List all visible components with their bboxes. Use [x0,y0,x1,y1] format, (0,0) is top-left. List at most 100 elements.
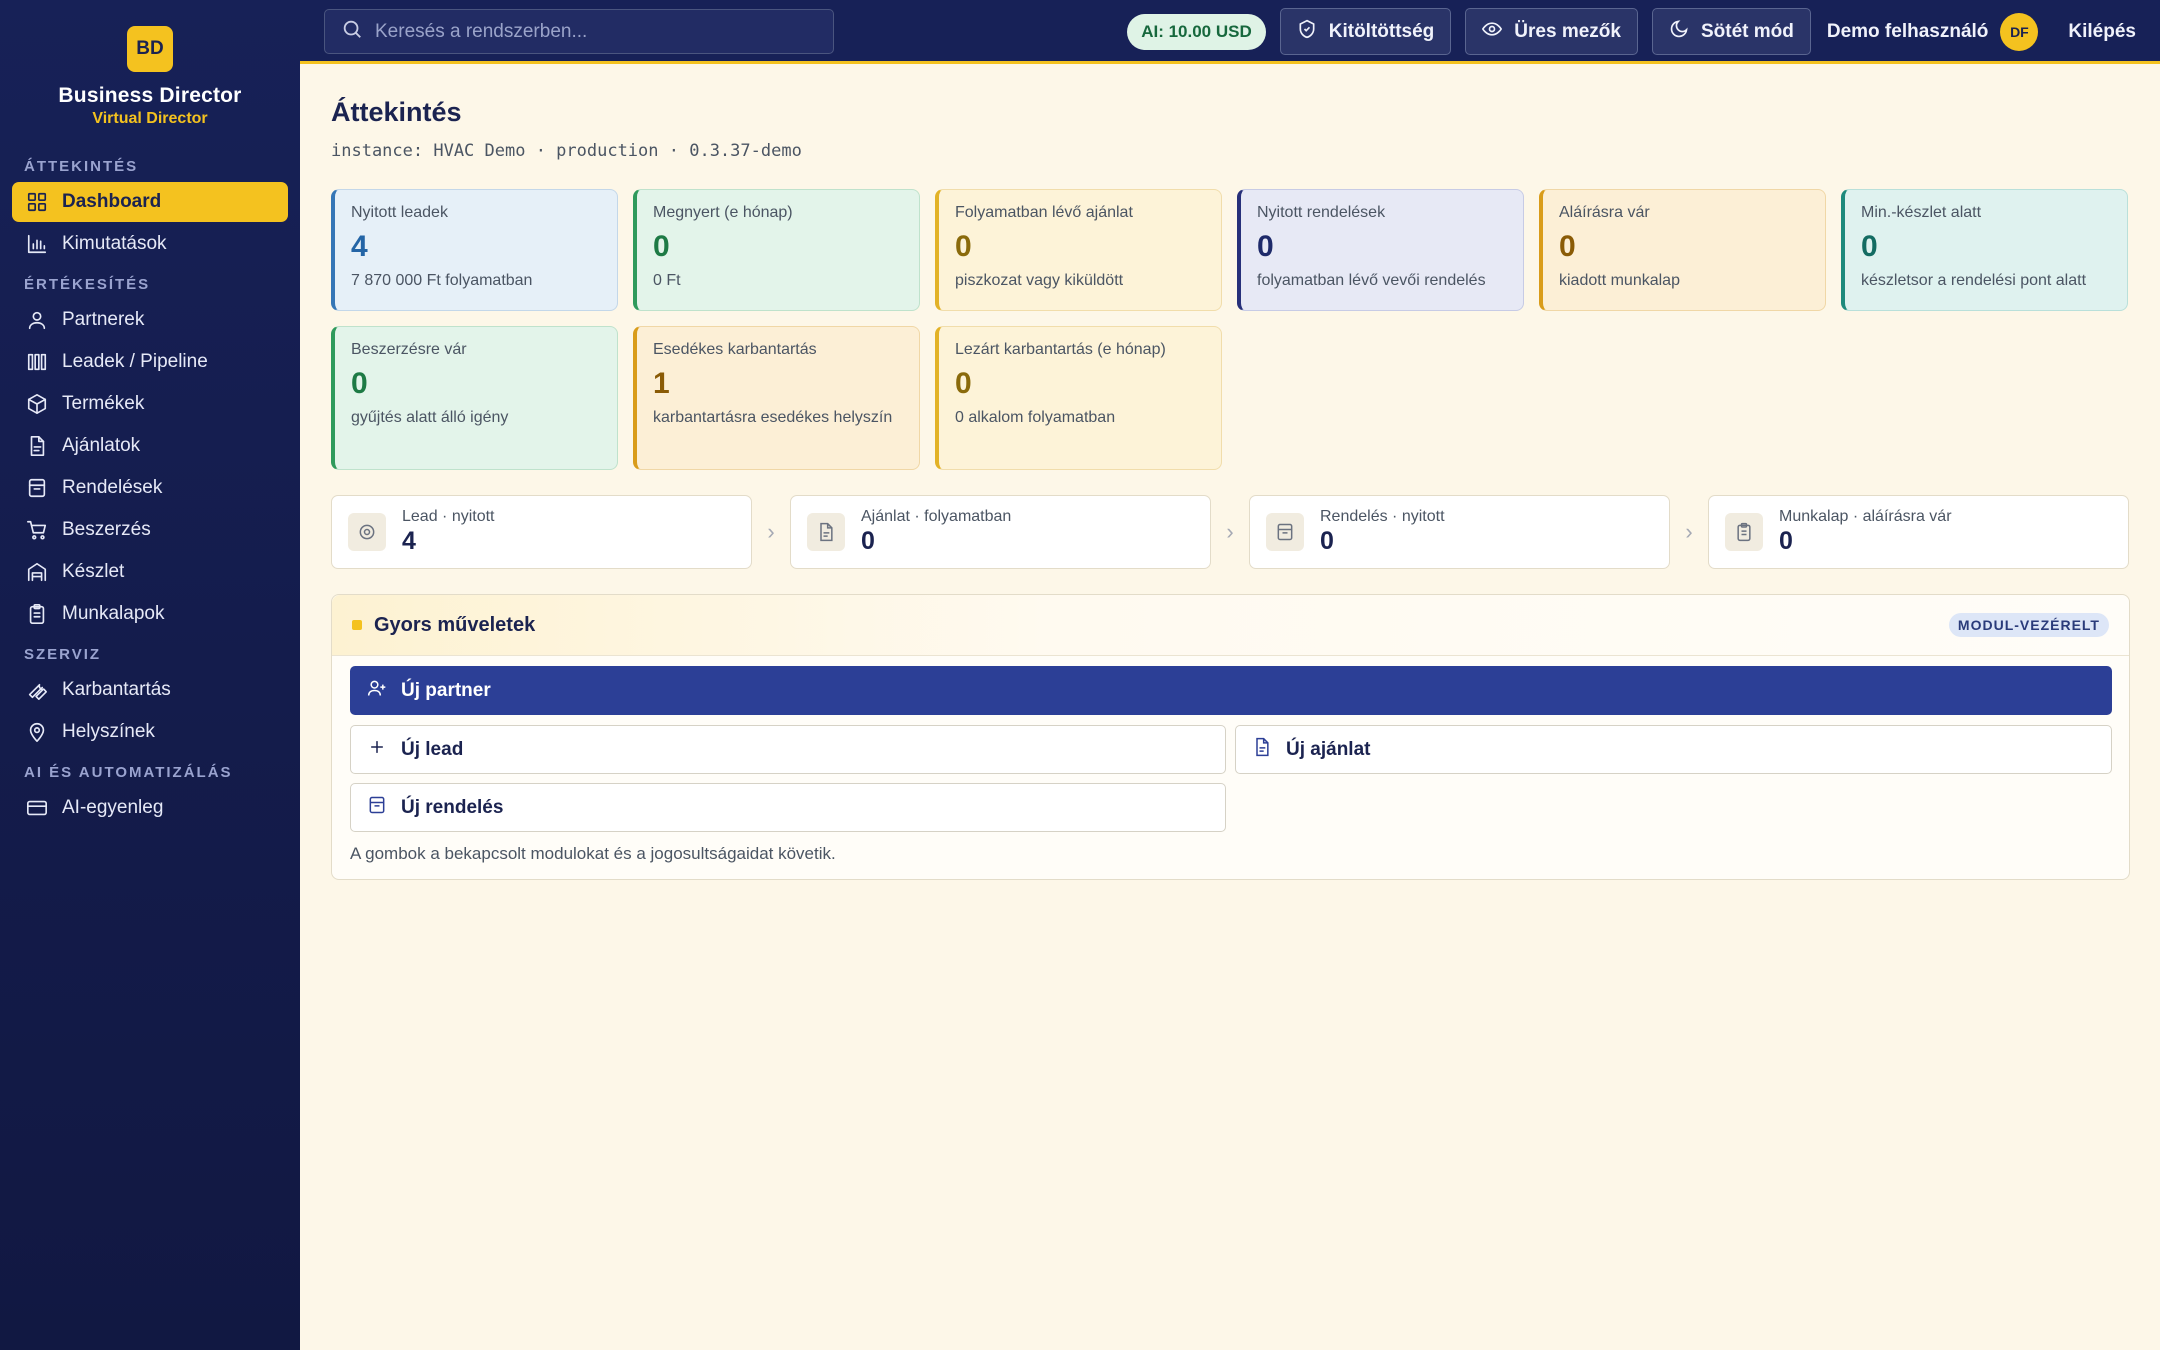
warehouse-icon [24,559,50,585]
kpi-card-won[interactable]: Megnyert (e hónap) 0 0 Ft [633,189,920,311]
search-box[interactable] [324,9,834,54]
page-subtitle: instance: HVAC Demo · production · 0.3.3… [331,141,802,161]
brand-subtitle: Virtual Director [92,110,208,127]
logout-button[interactable]: Kilépés [2068,21,2136,43]
kpi-card-maintenance-closed[interactable]: Lezárt karbantartás (e hónap) 0 0 alkalo… [935,326,1222,470]
new-partner-button[interactable]: Új partner [350,666,2112,715]
kpi-card-offers-in-progress[interactable]: Folyamatban lévő ajánlat 0 piszkozat vag… [935,189,1222,311]
page-title: Áttekintés [331,97,462,127]
topbar: AI: 10.00 USD Kitöltöttség Üres mezők Sö… [300,0,2160,64]
empty-fields-button[interactable]: Üres mezők [1465,8,1638,55]
new-offer-button[interactable]: Új ajánlat [1235,725,2112,774]
new-order-button[interactable]: Új rendelés [350,783,1226,832]
new-offer-label: Új ajánlat [1286,738,1371,760]
kpi-card-awaiting-signature[interactable]: Aláírásra vár 0 kiadott munkalap [1539,189,1826,311]
pipeline-value: 0 [861,527,875,555]
kpi-value: 0 [351,367,368,400]
sidebar-item-partners[interactable]: Partnerek [12,300,288,340]
target-icon [348,513,386,551]
topbar-actions: AI: 10.00 USD Kitöltöttség Üres mezők Sö… [1127,8,2136,55]
kpi-value: 0 [1861,230,1878,263]
sidebar-item-label: Kimutatások [62,233,167,254]
nav-section-title: AI ÉS AUTOMATIZÁLÁS [24,764,233,781]
kpi-value: 0 [653,230,670,263]
sidebar-item-label: Partnerek [62,309,145,330]
sidebar-nav: ÁTTEKINTÉS Dashboard Kimutatások ÉRTÉKES… [0,154,300,828]
kpi-label: Beszerzésre vár [351,341,467,358]
new-lead-button[interactable]: Új lead [350,725,1226,774]
search-input[interactable] [375,20,815,43]
sidebar-item-label: Rendelések [62,477,163,498]
completeness-label: Kitöltöttség [1328,20,1435,42]
nav-section-title: ÉRTÉKESÍTÉS [24,276,151,293]
avatar[interactable]: DF [2000,12,2039,51]
pipeline-strip: Lead · nyitott 4 › Ajánlat · folyamatban… [331,495,2130,569]
sidebar-item-label: Dashboard [62,191,162,212]
sidebar-item-offers[interactable]: Ajánlatok [12,426,288,466]
clipboard-icon [24,601,50,627]
plus-icon [367,737,401,763]
cart-icon [24,517,50,543]
box-icon [24,391,50,417]
kpi-label: Folyamatban lévő ajánlat [955,204,1133,221]
sidebar-item-locations[interactable]: Helyszínek [12,712,288,752]
brand-logo[interactable]: BD [127,26,173,72]
sidebar-item-label: AI-egyenleg [62,797,164,818]
pipeline-label: Ajánlat · folyamatban [861,508,1012,525]
kpi-card-maintenance-due[interactable]: Esedékes karbantartás 1 karbantartásra e… [633,326,920,470]
user-plus-icon [367,678,401,704]
user-icon [24,307,50,333]
sidebar-item-leads[interactable]: Leadek / Pipeline [12,342,288,382]
kpi-desc: piszkozat vagy kiküldött [955,272,1124,289]
kpi-desc: gyűjtés alatt álló igény [351,409,509,426]
kpi-card-below-min-stock[interactable]: Min.-készlet alatt 0 készletsor a rendel… [1841,189,2128,311]
pipeline-value: 0 [1320,527,1334,555]
bar-chart-icon [24,231,50,257]
search-icon [341,18,363,45]
kpi-value: 0 [955,230,972,263]
ai-balance-badge[interactable]: AI: 10.00 USD [1127,13,1266,50]
kpi-value: 4 [351,230,368,263]
nav-section-title: SZERVIZ [24,646,102,663]
sidebar-item-products[interactable]: Termékek [12,384,288,424]
credit-card-icon [24,795,50,821]
sidebar-item-purchasing[interactable]: Beszerzés [12,510,288,550]
dark-mode-button[interactable]: Sötét mód [1651,8,1811,55]
sidebar-item-ai-balance[interactable]: AI-egyenleg [12,788,288,828]
new-order-label: Új rendelés [401,796,504,818]
completeness-button[interactable]: Kitöltöttség [1279,8,1452,55]
kpi-card-open-orders[interactable]: Nyitott rendelések 0 folyamatban lévő ve… [1237,189,1524,311]
map-pin-icon [24,719,50,745]
sidebar-item-label: Ajánlatok [62,435,141,456]
document-icon [1252,737,1286,763]
kpi-card-awaiting-purchase[interactable]: Beszerzésre vár 0 gyűjtés alatt álló igé… [331,326,618,470]
pipeline-label: Munkalap · aláírásra vár [1779,508,1952,525]
sidebar-item-dashboard[interactable]: Dashboard [12,182,288,222]
document-icon [807,513,845,551]
pipeline-step-offer[interactable]: Ajánlat · folyamatban 0 [790,495,1211,569]
clipboard-icon [1725,513,1763,551]
user-name[interactable]: Demo felhasználó [1827,21,1989,43]
sidebar-item-maintenance[interactable]: Karbantartás [12,670,288,710]
sidebar-item-orders[interactable]: Rendelések [12,468,288,508]
sidebar-item-label: Beszerzés [62,519,151,540]
sidebar-item-reports[interactable]: Kimutatások [12,224,288,264]
order-icon [367,795,401,821]
quick-actions-panel: Gyors műveletek MODUL-VEZÉRELT Új partne… [331,594,2130,880]
sidebar: BD Business Director Virtual Director ÁT… [0,0,300,1350]
sidebar-item-label: Munkalapok [62,603,165,624]
dark-mode-label: Sötét mód [1700,20,1794,42]
pipeline-step-lead[interactable]: Lead · nyitott 4 [331,495,752,569]
pipeline-step-order[interactable]: Rendelés · nyitott 0 [1249,495,1670,569]
pipeline-step-worksheet[interactable]: Munkalap · aláírásra vár 0 [1708,495,2129,569]
columns-icon [24,349,50,375]
kpi-card-open-leads[interactable]: Nyitott leadek 4 7 870 000 Ft folyamatba… [331,189,618,311]
kpi-label: Lezárt karbantartás (e hónap) [955,341,1166,358]
kpi-label: Esedékes karbantartás [653,341,817,358]
sidebar-item-worksheets[interactable]: Munkalapok [12,594,288,634]
kpi-grid: Nyitott leadek 4 7 870 000 Ft folyamatba… [331,189,2130,470]
brand: BD Business Director Virtual Director [0,0,300,128]
sidebar-item-inventory[interactable]: Készlet [12,552,288,592]
kpi-desc: 0 Ft [653,272,681,289]
quick-actions-title: Gyors műveletek [374,613,536,636]
